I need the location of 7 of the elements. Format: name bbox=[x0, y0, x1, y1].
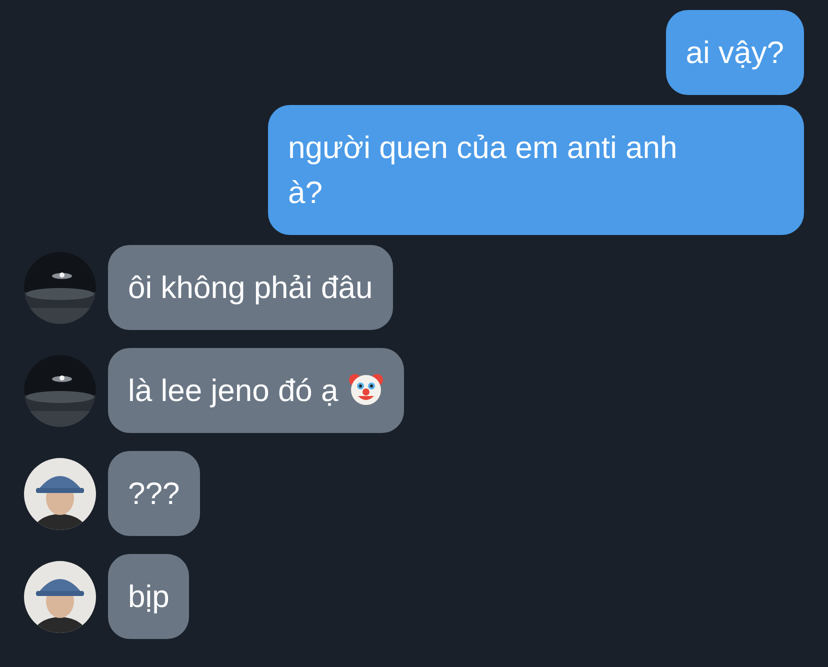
sent-message: ai vậy? bbox=[666, 10, 804, 95]
received-message: ??? bbox=[108, 451, 200, 536]
clown-face-icon bbox=[348, 371, 384, 407]
received-message: bịp bbox=[108, 554, 190, 639]
received-message: là lee jeno đó ạ bbox=[108, 348, 404, 433]
sent-message: người quen của em anti anh à? bbox=[268, 105, 804, 235]
received-message: ôi không phải đâu bbox=[108, 245, 393, 330]
